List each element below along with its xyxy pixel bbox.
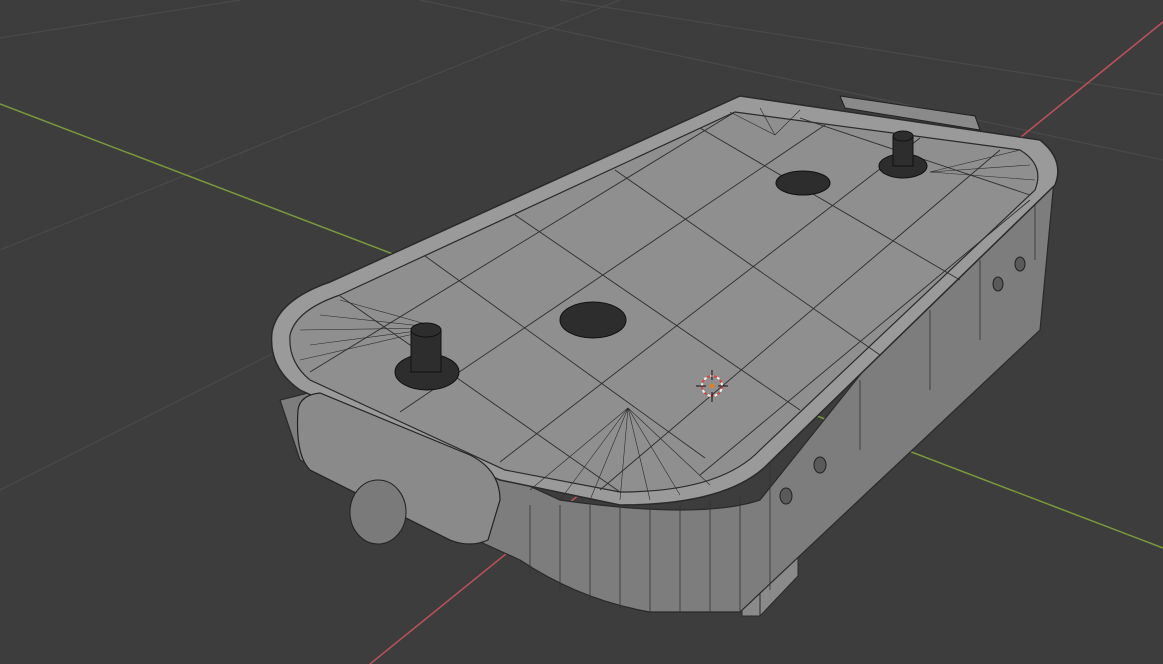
puck-center xyxy=(559,301,627,339)
3d-viewport[interactable] xyxy=(0,0,1163,664)
viewport-canvas xyxy=(0,0,1163,664)
puck-far xyxy=(775,170,831,196)
